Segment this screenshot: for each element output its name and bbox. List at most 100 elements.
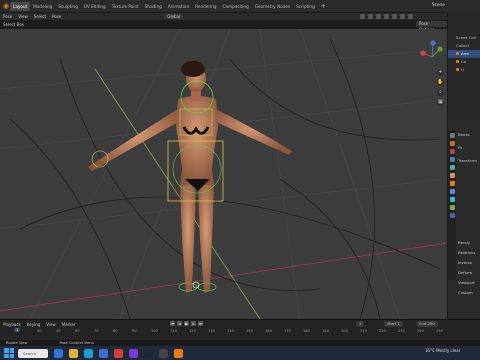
app-icon[interactable] (129, 348, 138, 358)
data-tab-icon[interactable] (449, 205, 455, 210)
torso[interactable] (176, 96, 218, 185)
tab-compositing[interactable]: Compositing (220, 2, 252, 11)
file-explorer-icon[interactable] (69, 348, 78, 358)
prop-inverse-label[interactable]: Inverse (458, 260, 472, 265)
physics-tab-icon[interactable] (449, 197, 455, 202)
outliner-row-selected[interactable]: Arm (448, 50, 480, 58)
transform-orientation-dropdown[interactable]: Global (164, 14, 184, 19)
prop-relations-label[interactable]: Relations (458, 250, 475, 255)
blender-logo-icon[interactable]: ◉ (2, 2, 10, 10)
start-frame-field[interactable]: Start 1 (384, 321, 403, 327)
keying-menu[interactable]: Keying (24, 322, 43, 327)
prop-fk-label[interactable]: Fk (458, 145, 462, 150)
select-box-tool[interactable]: Select Box (0, 22, 27, 27)
gizmo-z-icon[interactable] (430, 40, 436, 46)
tab-geometry-nodes[interactable]: Geometry Nodes (252, 2, 293, 11)
character-model[interactable] (88, 61, 292, 293)
snap-icon[interactable] (360, 14, 365, 19)
outliner-panel: Scene Coll Collect Arm Ca Li (447, 12, 480, 120)
camera-view-icon[interactable]: ⌕ (437, 89, 444, 96)
3d-viewport[interactable]: + ✋ ⌕ ▦ (0, 29, 447, 319)
marker-menu[interactable]: Marker (59, 322, 79, 327)
task-view-icon[interactable] (54, 348, 63, 358)
ruler-tick-label: 90 (132, 329, 137, 333)
add-workspace-button[interactable]: + (318, 3, 329, 10)
ruler-tick-label: 100 (151, 329, 158, 333)
modifiers-tab-icon[interactable] (449, 189, 455, 194)
edge-browser-icon[interactable] (84, 348, 93, 358)
start-value: 1 (397, 321, 400, 326)
prop-bendy-label[interactable]: Bendy (458, 240, 470, 245)
prop-deform-label[interactable]: Deform (458, 270, 472, 275)
outliner-row[interactable]: Scene Coll (448, 34, 480, 42)
tab-animation[interactable]: Animation (165, 2, 192, 11)
os-taskbar: Search 16°C Mostly clear (0, 346, 480, 360)
solid-shading-icon[interactable] (392, 14, 397, 19)
hair[interactable] (181, 61, 205, 77)
frame-ruler[interactable]: 1 40 50 60 70 80 90 100 110 120 130 140 150 160 170 180… (0, 328, 480, 336)
taskbar-search-input[interactable]: Search (18, 348, 48, 358)
weather-widget[interactable]: 16°C Mostly clear (425, 348, 460, 353)
windows-start-icon[interactable] (4, 348, 14, 358)
bone-tab-icon[interactable] (449, 213, 455, 218)
tab-uv-editing[interactable]: UV Editing (81, 2, 109, 11)
jump-start-icon[interactable]: ⏮ (170, 321, 175, 326)
material-shading-icon[interactable] (400, 14, 405, 19)
render-tab-icon[interactable] (449, 141, 455, 146)
end-label: End (419, 321, 427, 326)
outliner-row[interactable]: Ca (448, 58, 480, 66)
view-menu[interactable]: View (15, 14, 31, 19)
timeline-view-menu[interactable]: View (43, 322, 59, 327)
object-tab-icon[interactable] (449, 181, 455, 186)
prev-key-icon[interactable]: ◂ (177, 321, 182, 326)
pan-hand-icon[interactable]: ✋ (437, 79, 444, 86)
overlay-icon[interactable] (376, 14, 381, 19)
view-layer-tab-icon[interactable] (449, 157, 455, 162)
prop-custom-label[interactable]: Custom (458, 290, 473, 295)
pose-menu[interactable]: Pose (49, 14, 64, 19)
chrome-icon[interactable] (114, 348, 123, 358)
gizmo-x-icon[interactable] (420, 50, 426, 56)
jump-end-icon[interactable]: ⏭ (198, 321, 203, 326)
rendered-shading-icon[interactable] (408, 14, 413, 19)
tab-texture-paint[interactable]: Texture Paint (109, 2, 142, 11)
tab-layout[interactable]: Layout (10, 1, 31, 11)
weather-desc: Mostly clear (436, 348, 461, 353)
play-icon[interactable]: ▶ (184, 321, 189, 326)
mail-icon[interactable] (99, 348, 108, 358)
navigation-gizmo[interactable] (420, 40, 443, 58)
tab-modeling[interactable]: Modeling (30, 2, 55, 11)
world-tab-icon[interactable] (449, 173, 455, 178)
steam-icon[interactable] (144, 348, 153, 358)
outliner-row[interactable]: Collect (448, 42, 480, 50)
select-menu[interactable]: Select (31, 14, 49, 19)
ruler-tick-label: 60 (75, 329, 80, 333)
pose-options-button[interactable]: Pose Options (416, 21, 447, 32)
outliner-row[interactable]: Li (448, 66, 480, 74)
mode-dropdown[interactable]: Pose (0, 14, 15, 19)
blender-taskbar-icon[interactable] (174, 348, 183, 358)
gizmo-y-icon[interactable] (437, 46, 443, 52)
tool-tab-icon[interactable] (449, 133, 455, 138)
next-key-icon[interactable]: ▸ (191, 321, 196, 326)
output-tab-icon[interactable] (449, 149, 455, 154)
tab-rendering[interactable]: Rendering (192, 2, 219, 11)
tab-scripting[interactable]: Scripting (293, 2, 318, 11)
tab-shading[interactable]: Shading (142, 2, 165, 11)
scene-selector[interactable]: Scene (432, 2, 445, 7)
zoom-icon[interactable]: + (437, 69, 444, 76)
playback-menu[interactable]: Playback (0, 322, 24, 327)
grid-view-icon[interactable]: ▦ (437, 99, 444, 106)
ruler-tick-label: 130 (208, 329, 215, 333)
app-icon[interactable] (159, 348, 168, 358)
prop-transform-label[interactable]: Transform (458, 158, 477, 163)
tab-sculpting[interactable]: Sculpting (55, 2, 81, 11)
xray-icon[interactable] (384, 14, 389, 19)
prop-viewport-label[interactable]: Viewport (458, 280, 475, 285)
proportional-icon[interactable] (368, 14, 373, 19)
current-frame-field[interactable]: 1 (356, 321, 365, 327)
scene-tab-icon[interactable] (449, 165, 455, 170)
end-frame-field[interactable]: End 250 (416, 321, 438, 327)
end-value: 250 (427, 321, 435, 326)
right-arm[interactable] (214, 109, 292, 155)
